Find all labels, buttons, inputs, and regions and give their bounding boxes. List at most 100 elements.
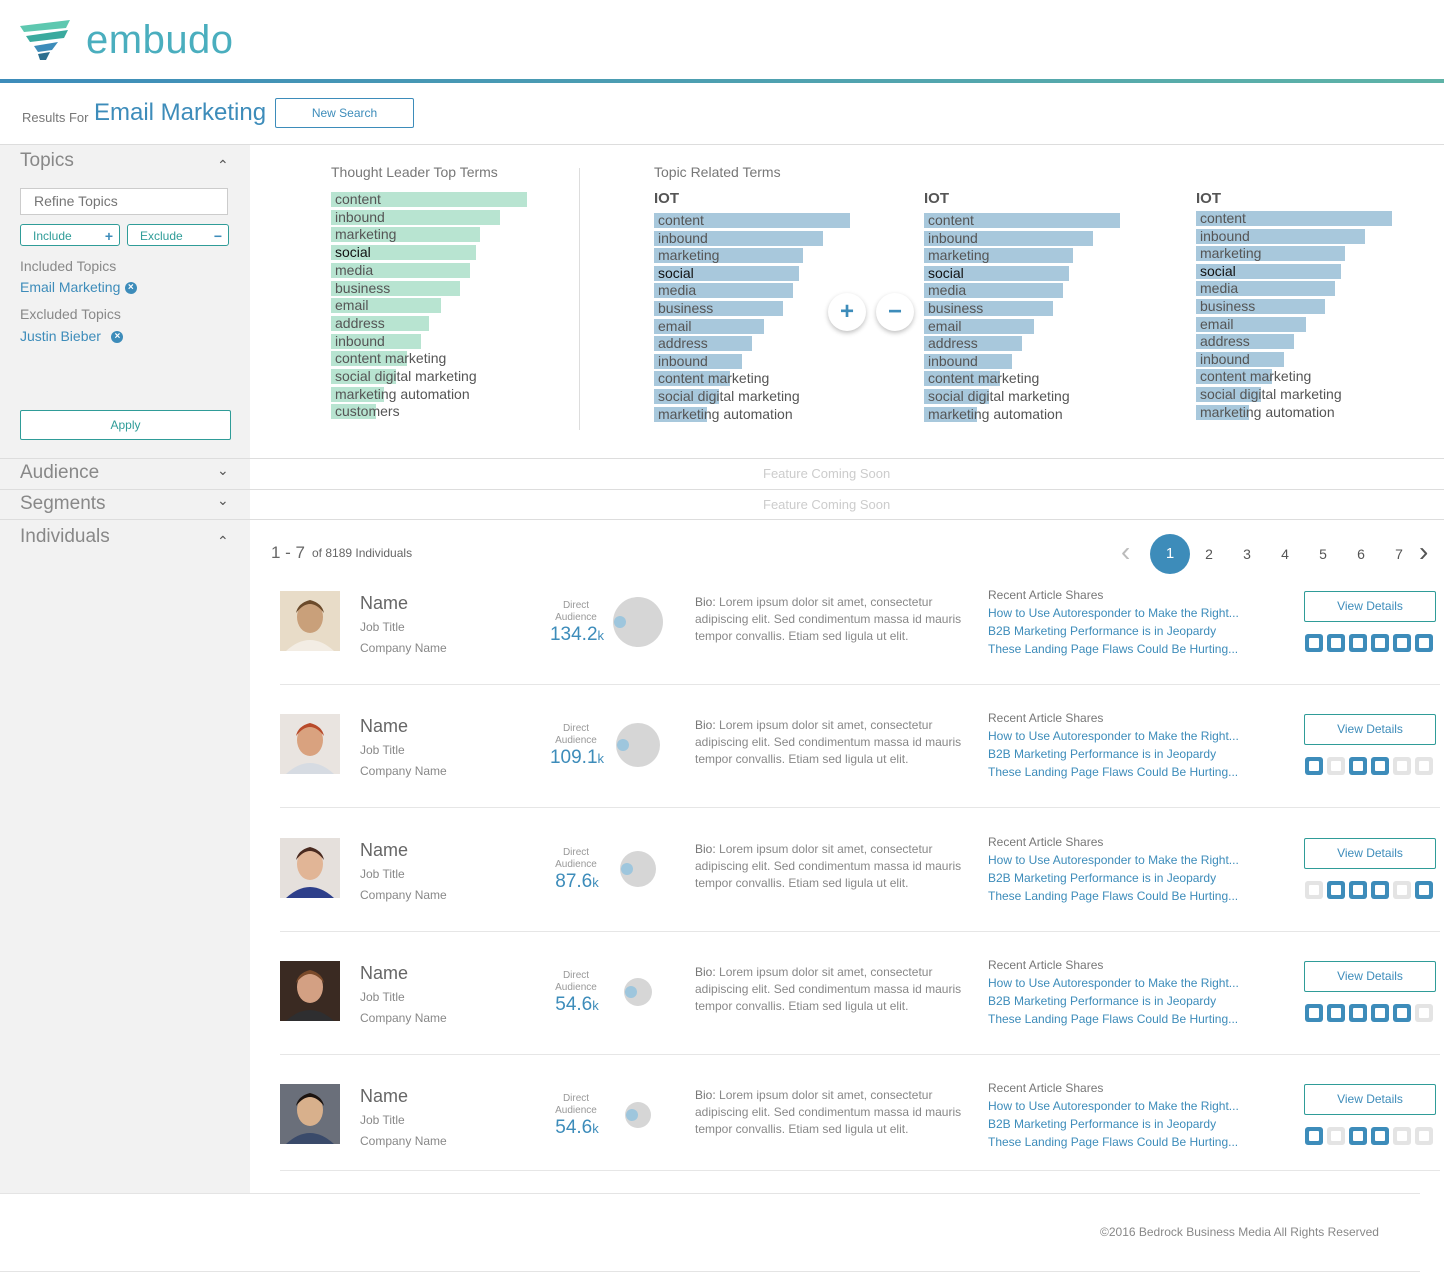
email-icon[interactable]: [1327, 634, 1345, 652]
term-label[interactable]: media: [658, 283, 696, 298]
share-link[interactable]: How to Use Autoresponder to Make the Rig…: [988, 976, 1239, 990]
share-link[interactable]: How to Use Autoresponder to Make the Rig…: [988, 606, 1239, 620]
page-2[interactable]: 2: [1199, 546, 1219, 562]
refine-topics-input[interactable]: [20, 188, 228, 215]
phone-icon[interactable]: [1305, 881, 1323, 899]
pinterest-icon[interactable]: [1415, 881, 1433, 899]
phone-icon[interactable]: [1305, 1004, 1323, 1022]
person-name[interactable]: Name: [360, 1086, 408, 1107]
share-link[interactable]: How to Use Autoresponder to Make the Rig…: [988, 1099, 1239, 1113]
term-label[interactable]: email: [658, 318, 691, 334]
term-label[interactable]: business: [658, 301, 713, 316]
linkedin-icon[interactable]: [1349, 634, 1367, 652]
view-details-button[interactable]: View Details: [1304, 714, 1436, 745]
phone-icon[interactable]: [1305, 634, 1323, 652]
share-link[interactable]: These Landing Page Flaws Could Be Hurtin…: [988, 1012, 1238, 1026]
new-search-button[interactable]: New Search: [275, 98, 414, 128]
pinterest-icon[interactable]: [1415, 634, 1433, 652]
phone-icon[interactable]: [1305, 757, 1323, 775]
term-label[interactable]: social digital marketing: [658, 389, 800, 404]
term-label[interactable]: social: [658, 265, 694, 281]
term-label[interactable]: inbound: [335, 333, 385, 349]
brand-name[interactable]: embudo: [86, 18, 234, 63]
page-3[interactable]: 3: [1237, 546, 1257, 562]
term-label[interactable]: inbound: [335, 209, 385, 225]
prev-page-icon[interactable]: ‹: [1121, 538, 1130, 566]
facebook-icon[interactable]: [1393, 881, 1411, 899]
term-label[interactable]: social: [928, 265, 964, 281]
remove-icon[interactable]: ×: [124, 281, 137, 294]
view-details-button[interactable]: View Details: [1304, 1084, 1436, 1115]
email-icon[interactable]: [1327, 881, 1345, 899]
person-name[interactable]: Name: [360, 840, 408, 861]
pinterest-icon[interactable]: [1415, 757, 1433, 775]
view-details-button[interactable]: View Details: [1304, 961, 1436, 992]
chevron-up-icon[interactable]: ⌃: [217, 157, 229, 174]
term-label[interactable]: address: [658, 336, 708, 351]
share-link[interactable]: B2B Marketing Performance is in Jeopardy: [988, 747, 1216, 761]
term-label[interactable]: content: [658, 213, 704, 228]
share-link[interactable]: These Landing Page Flaws Could Be Hurtin…: [988, 642, 1238, 656]
included-topic-link[interactable]: Email Marketing: [20, 279, 120, 295]
term-label[interactable]: address: [335, 315, 385, 331]
chevron-up-icon[interactable]: ⌃: [217, 533, 229, 550]
term-label[interactable]: email: [335, 298, 368, 313]
person-name[interactable]: Name: [360, 963, 408, 984]
term-label[interactable]: address: [928, 336, 978, 351]
linkedin-icon[interactable]: [1349, 881, 1367, 899]
excluded-topic-link[interactable]: Justin Bieber: [20, 328, 101, 344]
phone-icon[interactable]: [1305, 1127, 1323, 1145]
add-group-button[interactable]: +: [828, 293, 866, 331]
share-link[interactable]: B2B Marketing Performance is in Jeopardy: [988, 871, 1216, 885]
page-6[interactable]: 6: [1351, 546, 1371, 562]
exclude-button[interactable]: Exclude −: [127, 224, 229, 246]
term-label[interactable]: content: [335, 192, 381, 207]
person-name[interactable]: Name: [360, 593, 408, 614]
page-5[interactable]: 5: [1313, 546, 1333, 562]
twitter-icon[interactable]: [1371, 881, 1389, 899]
email-icon[interactable]: [1327, 757, 1345, 775]
share-link[interactable]: These Landing Page Flaws Could Be Hurtin…: [988, 765, 1238, 779]
include-button[interactable]: Include +: [20, 224, 120, 246]
linkedin-icon[interactable]: [1349, 757, 1367, 775]
term-label[interactable]: inbound: [1200, 228, 1250, 244]
facebook-icon[interactable]: [1393, 634, 1411, 652]
term-label[interactable]: email: [1200, 316, 1233, 332]
share-link[interactable]: B2B Marketing Performance is in Jeopardy: [988, 624, 1216, 638]
chevron-down-icon[interactable]: ⌄: [217, 462, 229, 479]
share-link[interactable]: These Landing Page Flaws Could Be Hurtin…: [988, 889, 1238, 903]
linkedin-icon[interactable]: [1349, 1004, 1367, 1022]
embudo-logo-icon[interactable]: [18, 18, 74, 62]
audience-header[interactable]: Audience: [20, 462, 99, 484]
term-label[interactable]: content marketing: [658, 371, 769, 386]
term-label[interactable]: marketing automation: [335, 386, 470, 402]
pinterest-icon[interactable]: [1415, 1127, 1433, 1145]
term-label[interactable]: marketing: [658, 248, 719, 263]
twitter-icon[interactable]: [1371, 757, 1389, 775]
twitter-icon[interactable]: [1371, 1004, 1389, 1022]
term-label[interactable]: media: [928, 283, 966, 298]
page-4[interactable]: 4: [1275, 546, 1295, 562]
view-details-button[interactable]: View Details: [1304, 838, 1436, 869]
facebook-icon[interactable]: [1393, 1004, 1411, 1022]
next-page-icon[interactable]: ›: [1419, 538, 1428, 566]
term-label[interactable]: content marketing: [335, 351, 446, 366]
term-label[interactable]: media: [335, 262, 373, 278]
facebook-icon[interactable]: [1393, 1127, 1411, 1145]
view-details-button[interactable]: View Details: [1304, 591, 1436, 622]
remove-icon[interactable]: ×: [111, 330, 124, 343]
share-link[interactable]: B2B Marketing Performance is in Jeopardy: [988, 994, 1216, 1008]
chevron-down-icon[interactable]: ⌄: [217, 492, 229, 509]
facebook-icon[interactable]: [1393, 757, 1411, 775]
individuals-header[interactable]: Individuals: [20, 526, 110, 548]
term-label[interactable]: inbound: [928, 230, 978, 246]
twitter-icon[interactable]: [1371, 634, 1389, 652]
term-label[interactable]: marketing: [335, 227, 396, 242]
term-label[interactable]: marketing: [1200, 246, 1261, 261]
term-label[interactable]: inbound: [928, 353, 978, 369]
term-label[interactable]: business: [928, 301, 983, 316]
page-7[interactable]: 7: [1389, 546, 1409, 562]
topics-header[interactable]: Topics: [20, 150, 74, 172]
term-label[interactable]: business: [1200, 299, 1255, 314]
share-link[interactable]: B2B Marketing Performance is in Jeopardy: [988, 1117, 1216, 1131]
